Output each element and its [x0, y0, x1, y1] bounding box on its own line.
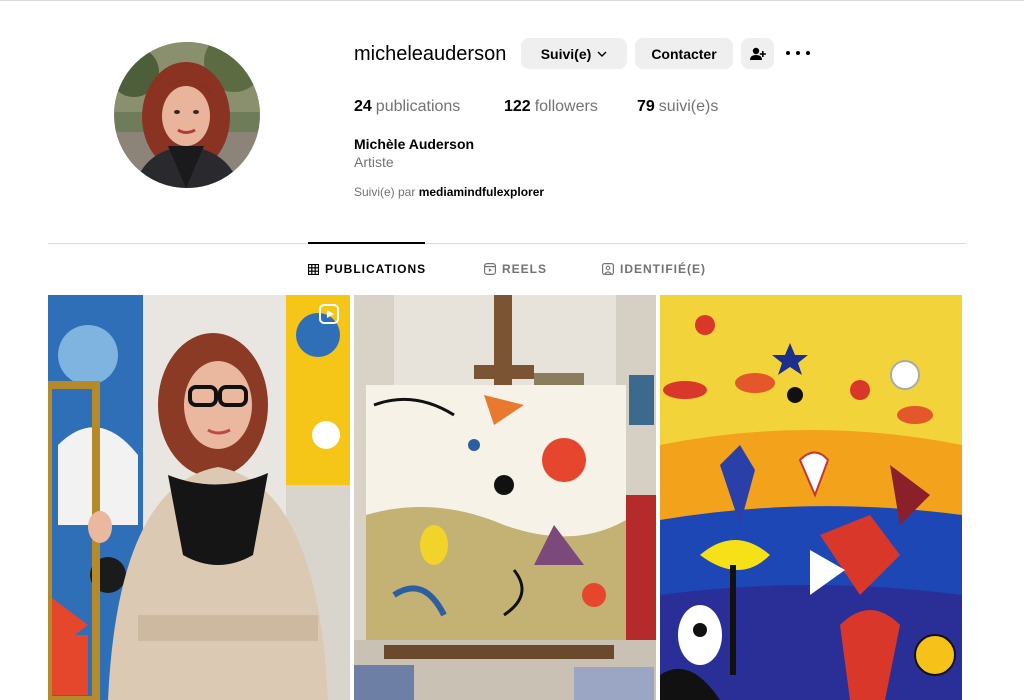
post-thumbnail[interactable] — [354, 295, 656, 700]
profile-category: Artiste — [354, 154, 394, 170]
tab-publications[interactable]: PUBLICATIONS — [308, 262, 426, 276]
tagged-icon — [602, 263, 614, 275]
tabs-divider — [48, 243, 966, 244]
tab-tagged[interactable]: IDENTIFIÉ(E) — [602, 262, 706, 276]
followers-label: followers — [534, 98, 598, 115]
posts-count-label: publications — [375, 98, 461, 115]
tab-tagged-label: IDENTIFIÉ(E) — [620, 262, 706, 276]
posts-count: 24 publications — [354, 97, 460, 117]
posts-count-value: 24 — [354, 98, 372, 115]
add-user-icon — [749, 47, 766, 60]
following-button-label: Suivi(e) — [540, 45, 592, 62]
top-border — [0, 0, 1024, 1]
profile-avatar[interactable] — [114, 42, 260, 188]
contact-button[interactable]: Contacter — [635, 38, 733, 69]
profile-username: micheleauderson — [354, 43, 507, 65]
tab-reels-label: REELS — [502, 262, 548, 276]
following-button[interactable]: Suivi(e) — [521, 38, 627, 69]
followed-by: Suivi(e) par mediamindfulexplorer — [354, 185, 544, 199]
followers-link[interactable]: 122 followers — [504, 97, 598, 117]
grid-icon — [308, 263, 319, 275]
active-tab-indicator — [308, 242, 425, 244]
followed-by-prefix: Suivi(e) par — [354, 185, 416, 199]
following-label: suivi(e)s — [658, 98, 719, 115]
following-count-value: 79 — [637, 98, 655, 115]
suggest-users-button[interactable] — [741, 38, 774, 69]
post-thumbnail[interactable] — [660, 295, 962, 700]
profile-full-name: Michèle Auderson — [354, 136, 475, 152]
reels-icon — [484, 263, 496, 275]
followers-count-value: 122 — [504, 98, 531, 115]
tab-reels[interactable]: REELS — [484, 262, 547, 276]
post-thumbnail[interactable] — [48, 295, 350, 700]
following-link[interactable]: 79 suivi(e)s — [637, 97, 718, 117]
more-options-icon[interactable] — [786, 45, 810, 61]
chevron-down-icon — [597, 51, 607, 57]
tab-publications-label: PUBLICATIONS — [325, 262, 427, 276]
followed-by-user-link[interactable]: mediamindfulexplorer — [419, 185, 544, 199]
